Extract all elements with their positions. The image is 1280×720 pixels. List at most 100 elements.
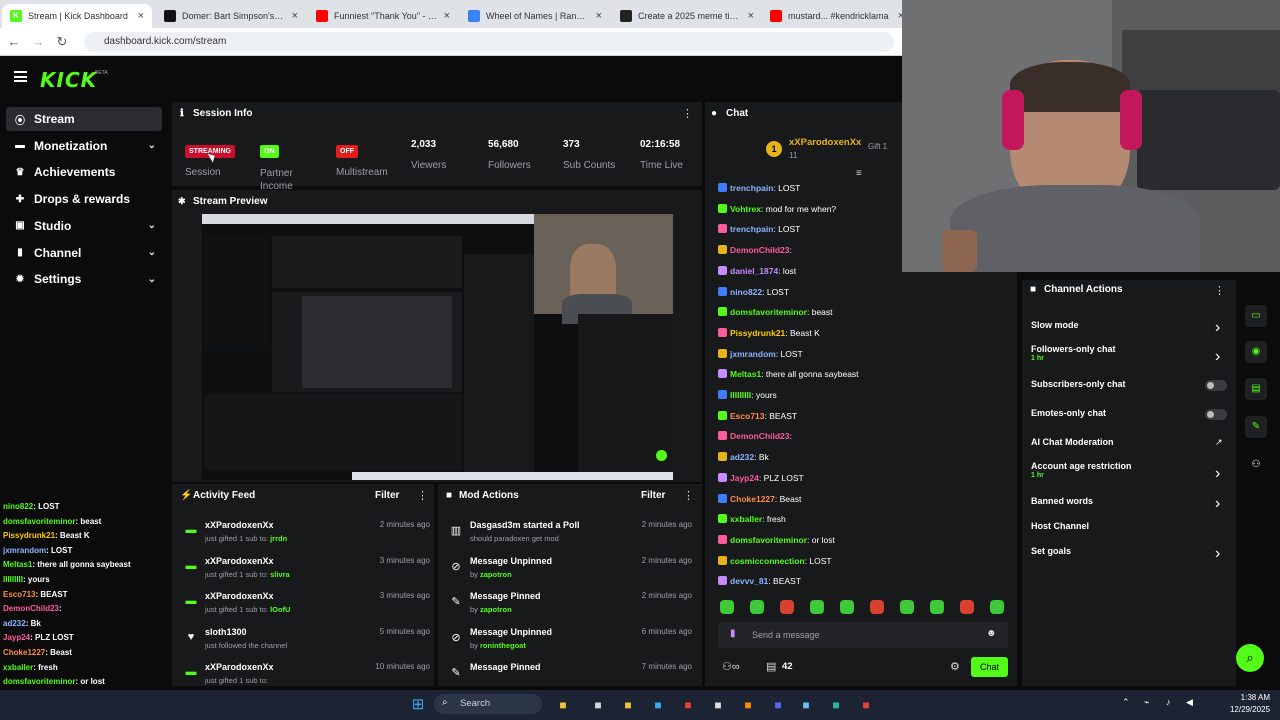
chat-username[interactable]: Pissydrunk21 bbox=[730, 328, 785, 338]
channel-action-slow-mode[interactable]: Slow mode bbox=[1031, 320, 1079, 330]
channel-actions-menu[interactable]: ⋮ bbox=[1214, 284, 1225, 297]
help-icon[interactable]: ⌕ bbox=[1236, 644, 1264, 672]
toggle-switch[interactable] bbox=[1205, 380, 1227, 391]
discord-icon[interactable]: ■ bbox=[768, 695, 788, 715]
chat-message[interactable]: Esco713: BEAST bbox=[718, 410, 797, 421]
chat-username[interactable]: nino822 bbox=[730, 287, 762, 297]
sidebar-item-studio[interactable]: ▣ Studio ⌄ bbox=[6, 214, 162, 238]
emote-icon[interactable] bbox=[720, 600, 734, 614]
chat-username[interactable]: Vohtrex bbox=[730, 204, 761, 214]
close-tab-icon[interactable]: × bbox=[138, 10, 144, 22]
activity-row[interactable]: ♥ sloth1300 just followed the channel 5 mi… bbox=[185, 627, 430, 661]
chat-message[interactable]: devvv_81: BEAST bbox=[718, 576, 801, 586]
chat-username[interactable]: IIIIIIIII bbox=[730, 390, 751, 400]
activity-row[interactable]: ▬ xXParodoxenXx just gifted 1 sub to: jrrd… bbox=[185, 520, 431, 554]
activity-filter-button[interactable]: Filter bbox=[375, 490, 399, 501]
emote-icon[interactable] bbox=[780, 600, 794, 614]
clock-date[interactable]: 12/29/2025 bbox=[1220, 705, 1270, 714]
chat-message[interactable]: trenchpain: LOST bbox=[718, 183, 800, 193]
chat-username[interactable]: Esco713 bbox=[730, 411, 765, 421]
activity-menu[interactable]: ⋮ bbox=[417, 489, 428, 502]
chevron-right-icon[interactable]: › bbox=[1215, 348, 1220, 366]
activity-row[interactable]: ▬ xXParodoxenXx just gifted 1 sub to: sliv… bbox=[185, 556, 431, 590]
channel-action-ai-chat-moderation[interactable]: AI Chat Moderation bbox=[1031, 437, 1114, 447]
emote-icon[interactable] bbox=[810, 600, 824, 614]
taskbar-search[interactable]: ⌕ Search bbox=[434, 694, 542, 714]
mod-action-row[interactable]: ⊘ Message Unpinned by roninthegoat 6 minute… bbox=[450, 627, 692, 661]
channel-action-followers-only-chat[interactable]: Followers-only chat 1 hr bbox=[1031, 344, 1116, 362]
chat-message[interactable]: IIIIIIIII: yours bbox=[718, 390, 777, 400]
chat-send-button[interactable]: Chat bbox=[971, 657, 1008, 677]
chat-username[interactable]: ad232 bbox=[730, 452, 754, 462]
emote-icon[interactable] bbox=[960, 600, 974, 614]
chat-username[interactable]: trenchpain bbox=[730, 224, 773, 234]
channel-action-set-goals[interactable]: Set goals bbox=[1031, 546, 1071, 556]
chat-settings-icon[interactable]: ⚙ bbox=[950, 660, 960, 673]
chat-username[interactable]: daniel_1874 bbox=[730, 266, 778, 276]
chat-username[interactable]: cosmicconnection bbox=[730, 556, 805, 566]
close-tab-icon[interactable]: × bbox=[596, 10, 602, 22]
browser-tab[interactable]: K Stream | Kick Dashboard × bbox=[2, 4, 152, 28]
sidebar-item-drops-rewards[interactable]: ✚ Drops & rewards bbox=[6, 187, 162, 211]
chat-message[interactable]: Choke1227: Beast bbox=[718, 493, 801, 504]
windows-start-icon[interactable]: ⊞ bbox=[408, 695, 428, 715]
chat-filter-icon[interactable]: ≡ bbox=[856, 168, 862, 179]
vlc-icon[interactable]: ■ bbox=[738, 695, 758, 715]
toggle-switch[interactable] bbox=[1205, 409, 1227, 420]
store-icon[interactable]: ■ bbox=[648, 695, 668, 715]
chat-message[interactable]: jxmrandom: LOST bbox=[718, 348, 803, 359]
sidebar-item-stream[interactable]: ⦿ Stream bbox=[6, 107, 162, 131]
mod-action-row[interactable]: ✎ Message Pinned by zapotron 2 minutes ago bbox=[450, 591, 692, 625]
activity-row[interactable]: ▬ xXParodoxenXx just gifted 1 sub to: lOof… bbox=[185, 591, 431, 625]
chat-username[interactable]: xxballer bbox=[730, 514, 762, 524]
pinned-user-name[interactable]: xXParodoxenXx bbox=[789, 137, 861, 148]
chat-message[interactable]: Jayp24: PLZ LOST bbox=[718, 472, 804, 483]
chat-message[interactable]: daniel_1874: lost bbox=[718, 265, 796, 276]
chat-message[interactable]: Pissydrunk21: Beast K bbox=[718, 327, 820, 338]
emote-icon[interactable] bbox=[750, 600, 764, 614]
sidebar-item-settings[interactable]: ✹ Settings ⌄ bbox=[6, 267, 162, 291]
emoji-icon[interactable]: ☻ bbox=[986, 628, 997, 639]
forward-icon[interactable]: → bbox=[30, 34, 46, 49]
session-info-menu[interactable]: ⋮ bbox=[682, 107, 693, 120]
emote-icon[interactable] bbox=[900, 600, 914, 614]
chat-users-icon[interactable]: ⚇∞ bbox=[722, 660, 740, 673]
browser-tab[interactable]: mustard... #kendricklama × bbox=[762, 4, 912, 28]
emote-icon[interactable] bbox=[870, 600, 884, 614]
chat-username[interactable]: DemonChild23 bbox=[730, 431, 790, 441]
edge-icon[interactable]: ■ bbox=[826, 695, 846, 715]
chat-message[interactable]: nino822: LOST bbox=[718, 286, 789, 297]
emote-icon[interactable] bbox=[990, 600, 1004, 614]
chevron-right-icon[interactable]: › bbox=[1215, 495, 1220, 513]
file-explorer-icon[interactable]: ■ bbox=[553, 695, 573, 715]
chat-message[interactable]: domsfavoriteminor: beast bbox=[718, 307, 833, 317]
channel-action-account-age-restriction[interactable]: Account age restriction 1 hr bbox=[1031, 461, 1132, 479]
chat-message[interactable]: xxballer: fresh bbox=[718, 514, 786, 524]
close-tab-icon[interactable]: × bbox=[444, 10, 450, 22]
sidebar-item-achievements[interactable]: ♛ Achievements bbox=[6, 160, 162, 184]
obs-icon[interactable]: ■ bbox=[708, 695, 728, 715]
channel-action-emotes-only-chat[interactable]: Emotes-only chat bbox=[1031, 408, 1106, 418]
chat-username[interactable]: trenchpain bbox=[730, 183, 773, 193]
chat-message[interactable]: Vohtrex: mod for me when? bbox=[718, 203, 836, 214]
row-target-user[interactable]: roninthegoat bbox=[480, 641, 526, 650]
kick-logo[interactable]: KICK bbox=[40, 68, 97, 92]
stream-preview-video[interactable] bbox=[202, 214, 673, 480]
row-target-user[interactable]: jrrdn bbox=[270, 534, 287, 543]
chat-username[interactable]: jxmrandom bbox=[730, 349, 776, 359]
channel-action-subscribers-only-chat[interactable]: Subscribers-only chat bbox=[1031, 379, 1126, 389]
url-field[interactable]: dashboard.kick.com/stream bbox=[84, 32, 894, 52]
mod-menu[interactable]: ⋮ bbox=[683, 489, 694, 502]
close-tab-icon[interactable]: × bbox=[748, 10, 754, 22]
row-target-user[interactable]: lOofU bbox=[270, 605, 290, 614]
chat-message[interactable]: Meltas1: there all gonna saybeast bbox=[718, 369, 859, 379]
menu-icon[interactable] bbox=[14, 71, 27, 82]
chat-username[interactable]: DemonChild23 bbox=[730, 245, 790, 255]
folder-icon[interactable]: ■ bbox=[618, 695, 638, 715]
close-tab-icon[interactable]: × bbox=[292, 10, 298, 22]
chat-username[interactable]: domsfavoriteminor bbox=[730, 307, 807, 317]
browser-tab[interactable]: Create a 2025 meme tierlist × bbox=[612, 4, 762, 28]
chat-username[interactable]: devvv_81 bbox=[730, 576, 768, 586]
browser-tab[interactable]: Funniest "Thank You" - YouTu × bbox=[308, 4, 458, 28]
row-target-user[interactable]: slivra bbox=[270, 570, 290, 579]
